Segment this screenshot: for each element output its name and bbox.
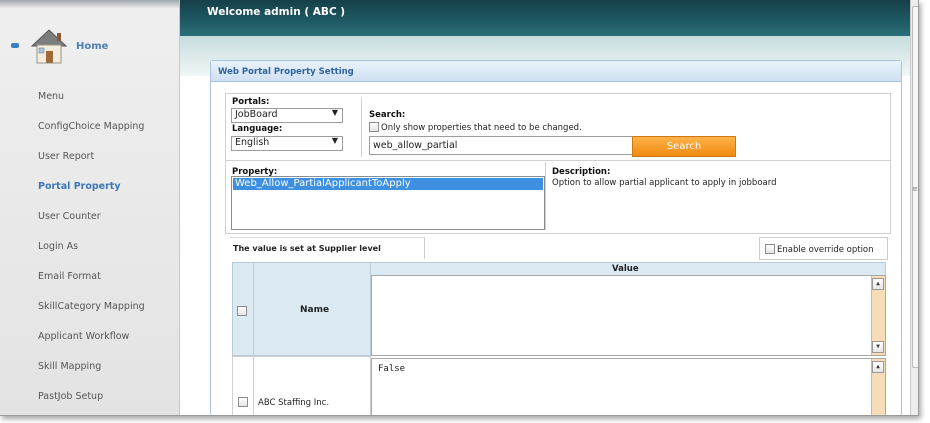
portals-value: JobBoard [235,109,278,120]
property-value-grid: Name Value ▲ ▼ ABC Staffing Inc. False ▲ [232,262,886,415]
row-checkbox[interactable] [238,397,248,407]
sidebar-top-strip [0,0,179,8]
filter-divider [361,97,362,157]
chevron-down-icon: ▼ [331,136,338,145]
select-all-checkbox[interactable] [237,306,247,316]
top-header: Welcome admin ( ABC ) [180,0,910,36]
description-label: Description: [552,167,611,177]
row-value-textarea[interactable]: False ▲ [371,358,886,415]
sidebar-item-pastjob-setup[interactable]: PastJob Setup [38,391,103,402]
search-button[interactable]: Search [632,136,736,157]
sidebar-item-login-as[interactable]: Login As [38,241,78,252]
row-name: ABC Staffing Inc. [258,398,330,408]
supplier-level-text: The value is set at Supplier level [233,244,381,253]
home-bullet-icon [11,43,19,48]
sidebar-item-applicant-workflow[interactable]: Applicant Workflow [38,331,129,342]
sidebar-home[interactable]: Home [0,22,179,70]
row-value: False [378,364,406,374]
language-value: English [235,137,270,148]
portals-select[interactable]: JobBoard ▼ [231,108,343,123]
sidebar-item-portal-property[interactable]: Portal Property [38,181,121,192]
sidebar-item-skillcategory-mapping[interactable]: SkillCategory Mapping [38,301,145,312]
sidebar-item-menu[interactable]: Menu [38,91,64,102]
column-header-value: Value [612,264,639,274]
sidebar-item-configchoice-mapping[interactable]: ConfigChoice Mapping [38,121,144,132]
enable-override-checkbox[interactable] [765,244,775,254]
supplier-level-box: The value is set at Supplier level [230,237,425,259]
welcome-text: Welcome admin ( ABC ) [207,6,346,18]
sidebar-item-skill-mapping[interactable]: Skill Mapping [38,361,101,372]
sidebar-item-user-counter[interactable]: User Counter [38,211,101,222]
browser-frame: Home Menu ConfigChoice Mapping User Repo… [0,0,919,416]
portals-label: Portals: [232,97,270,107]
panel-title-bar: Web Portal Property Setting [211,61,901,82]
property-divider [545,162,546,230]
sidebar-item-email-format[interactable]: Email Format [38,271,101,282]
scroll-up-icon[interactable]: ▲ [872,278,884,290]
property-listbox[interactable]: Web_Allow_PartialApplicantToApply [231,176,545,230]
only-show-checkbox[interactable] [369,122,379,132]
column-header-name: Name [300,305,330,315]
home-label: Home [76,41,109,52]
language-select[interactable]: English ▼ [231,136,343,151]
chevron-down-icon: ▼ [331,108,338,117]
override-option[interactable]: Enable override option [759,237,888,260]
search-input[interactable]: web_allow_partial [369,136,633,155]
textarea-scrollbar[interactable]: ▲ ▼ [871,276,885,355]
scroll-down-icon[interactable]: ▼ [872,341,884,353]
sidebar: Home Menu ConfigChoice Mapping User Repo… [0,0,180,415]
property-option-selected[interactable]: Web_Allow_PartialApplicantToApply [233,178,543,190]
scroll-up-icon[interactable]: ▲ [872,361,884,373]
default-value-textarea[interactable]: ▲ ▼ [371,275,886,356]
only-show-label: Only show properties that need to be cha… [381,123,582,133]
page-scrollbar[interactable]: ≡ [910,0,918,415]
enable-override-label: Enable override option [777,245,874,255]
textarea-scrollbar[interactable]: ▲ [871,359,885,415]
search-label: Search: [369,110,406,120]
language-label: Language: [232,124,283,134]
search-input-value: web_allow_partial [373,140,458,151]
sidebar-item-user-report[interactable]: User Report [38,151,94,162]
description-text: Option to allow partial applicant to app… [552,178,777,188]
house-icon [30,29,68,64]
panel-title: Web Portal Property Setting [218,67,354,77]
scrollbar-grip-icon: ≡ [912,185,918,193]
row-check-cell [232,356,254,415]
